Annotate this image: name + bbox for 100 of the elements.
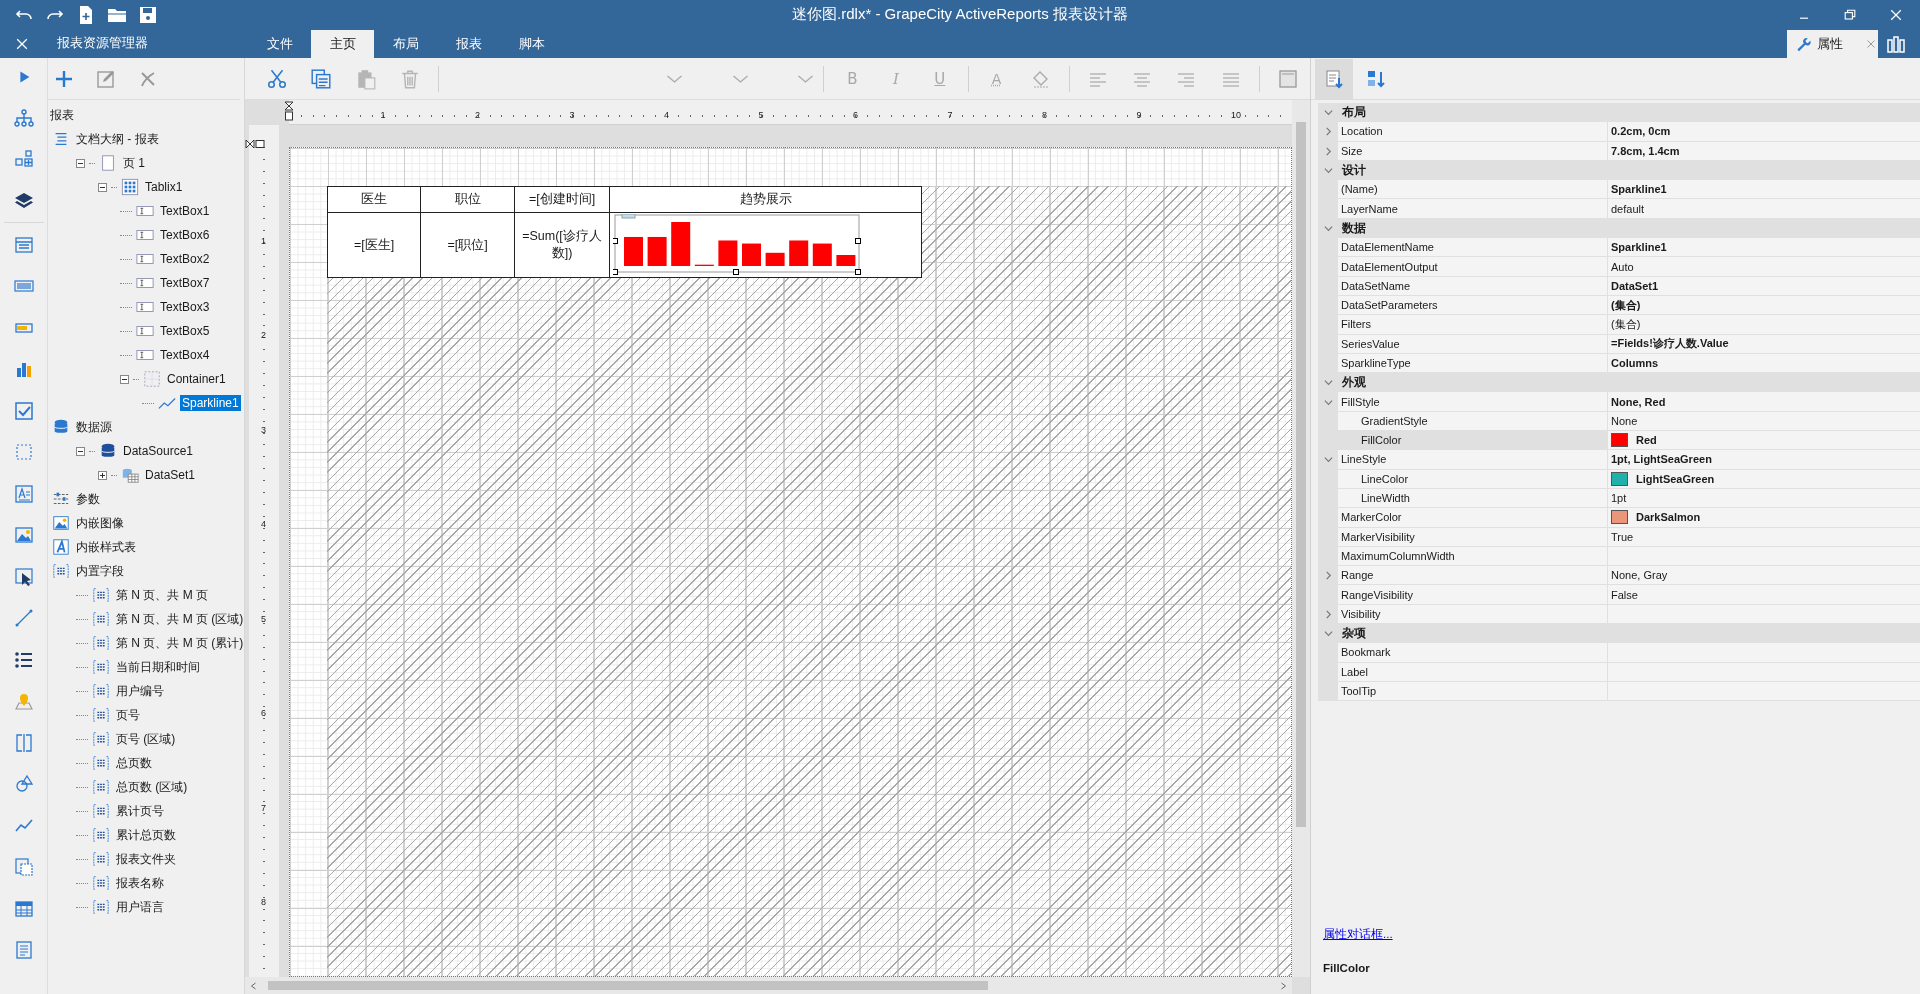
ribbon-tab[interactable]: 脚本: [500, 30, 563, 58]
property-name[interactable]: SeriesValue: [1338, 334, 1608, 354]
category-header[interactable]: 外观: [1338, 373, 1920, 393]
expand-toggle[interactable]: [98, 470, 107, 480]
property-value[interactable]: 1pt, LightSeaGreen: [1611, 453, 1712, 466]
ribbon-tab[interactable]: 布局: [374, 30, 437, 58]
tree-item[interactable]: 内置字段: [74, 561, 126, 581]
resize-handle[interactable]: [613, 269, 618, 275]
collapse-toggle[interactable]: [76, 158, 85, 168]
property-value[interactable]: 7.8cm, 1.4cm: [1611, 144, 1680, 157]
property-value[interactable]: default: [1611, 202, 1645, 215]
property-value[interactable]: Red: [1636, 434, 1657, 447]
category-header[interactable]: 数据: [1338, 218, 1920, 239]
category-header[interactable]: 布局: [1338, 103, 1920, 123]
property-name[interactable]: (Name): [1338, 180, 1608, 200]
tree-item[interactable]: 内嵌图像: [74, 513, 126, 533]
property-value[interactable]: None: [1611, 414, 1638, 427]
line-icon[interactable]: [13, 608, 34, 628]
property-value[interactable]: Columns: [1611, 357, 1659, 369]
chevron-down-icon[interactable]: [1323, 397, 1333, 407]
cut-icon[interactable]: [266, 67, 289, 90]
chevron-right-icon[interactable]: [1323, 127, 1333, 137]
resize-handle[interactable]: [733, 269, 739, 275]
property-name[interactable]: MaximumColumnWidth: [1338, 546, 1608, 567]
pointer-frame-icon[interactable]: [13, 566, 34, 587]
scroll-right-icon[interactable]: [1281, 981, 1286, 990]
property-name[interactable]: ToolTip: [1338, 681, 1608, 702]
tree-item[interactable]: TextBox5: [158, 323, 212, 339]
properties-tab[interactable]: 属性: [1787, 30, 1878, 58]
property-name[interactable]: Location: [1338, 122, 1608, 142]
container-icon[interactable]: [13, 442, 34, 462]
property-name[interactable]: DataSetName: [1338, 276, 1608, 296]
wrench-icon[interactable]: [1795, 36, 1811, 52]
property-name[interactable]: LineStyle: [1338, 450, 1608, 470]
tree-item[interactable]: 第 N 页、共 M 页: [114, 585, 210, 605]
tree-item[interactable]: DataSource1: [121, 443, 196, 459]
property-value[interactable]: =Fields!诊疗人数.Value: [1611, 336, 1729, 352]
hierarchy-icon[interactable]: [13, 107, 34, 128]
property-name[interactable]: Bookmark: [1338, 643, 1608, 663]
tree-item[interactable]: 内嵌样式表: [74, 537, 138, 557]
tree-item[interactable]: DataSet1: [143, 467, 198, 483]
split-icon[interactable]: [13, 732, 34, 753]
property-name[interactable]: FillColor: [1338, 431, 1608, 451]
property-name[interactable]: RangeVisibility: [1338, 585, 1608, 605]
tree-item[interactable]: 第 N 页、共 M 页 (累计): [114, 633, 244, 653]
tree-item[interactable]: 报表名称: [114, 873, 166, 893]
property-name[interactable]: Label: [1338, 662, 1608, 682]
chevron-down-icon[interactable]: [1323, 223, 1333, 233]
tree-item[interactable]: 第 N 页、共 M 页 (区域): [114, 609, 244, 629]
sort-alpha-icon[interactable]: [1366, 68, 1386, 89]
tree-item[interactable]: 页 1: [121, 153, 147, 173]
layers-icon[interactable]: [13, 190, 34, 211]
map-pin-icon[interactable]: [13, 691, 34, 711]
chevron-down-icon[interactable]: [1323, 378, 1333, 388]
collapse-toggle[interactable]: [120, 374, 129, 384]
tree-item[interactable]: 页号 (区域): [114, 729, 178, 749]
property-name[interactable]: LayerName: [1338, 199, 1608, 219]
categorized-icon[interactable]: [1324, 68, 1344, 89]
tree-item[interactable]: 用户语言: [114, 897, 166, 917]
chevron-down-icon[interactable]: [1323, 108, 1333, 118]
collapse-toggle[interactable]: [98, 182, 107, 192]
tree-item[interactable]: 总页数 (区域): [114, 777, 190, 797]
ribbon-tab[interactable]: 主页: [311, 30, 374, 58]
tree-item[interactable]: 文档大纲 - 报表: [74, 129, 161, 149]
edit-icon[interactable]: [96, 68, 116, 89]
plus-icon[interactable]: [54, 68, 74, 89]
resize-handle[interactable]: [613, 238, 618, 244]
tree-item[interactable]: TextBox6: [158, 227, 212, 243]
collapse-toggle[interactable]: [76, 446, 85, 456]
property-name[interactable]: Size: [1338, 141, 1608, 161]
checkbox-icon[interactable]: [13, 400, 34, 421]
property-value[interactable]: Sparkline1: [1611, 183, 1667, 196]
tree-item[interactable]: Sparkline1: [180, 395, 241, 411]
property-name[interactable]: Filters: [1338, 315, 1608, 335]
vertical-scrollbar[interactable]: [1292, 100, 1310, 977]
tree-item[interactable]: 参数: [74, 489, 102, 509]
tree-item[interactable]: Tablix1: [143, 179, 185, 195]
subreport-icon[interactable]: [13, 857, 34, 877]
category-header[interactable]: 设计: [1338, 160, 1920, 181]
columns-icon[interactable]: [1886, 33, 1906, 54]
layout-icon[interactable]: [13, 149, 34, 169]
bullet-list-icon[interactable]: [13, 649, 34, 670]
tree-item[interactable]: 页号: [114, 705, 142, 725]
tree-item[interactable]: 数据源: [74, 417, 114, 437]
text-frame-icon[interactable]: [13, 483, 34, 504]
save-icon[interactable]: [138, 4, 158, 25]
horizontal-scrollbar[interactable]: [245, 977, 1292, 994]
property-value[interactable]: LightSeaGreen: [1636, 472, 1715, 485]
property-value[interactable]: Auto: [1611, 260, 1634, 273]
property-name[interactable]: DataSetParameters: [1338, 295, 1608, 316]
tree-item[interactable]: TextBox1: [158, 203, 212, 219]
property-dialog-link[interactable]: 属性对话框...: [1323, 927, 1920, 942]
chevron-right-icon[interactable]: [1323, 609, 1333, 619]
category-header[interactable]: 杂项: [1338, 624, 1920, 644]
property-name[interactable]: LineWidth: [1338, 488, 1608, 509]
tree-item[interactable]: 累计页号: [114, 801, 166, 821]
form-icon[interactable]: [13, 234, 34, 255]
chevron-down-icon[interactable]: [1323, 629, 1333, 639]
property-name[interactable]: DataElementName: [1338, 238, 1608, 258]
table-icon[interactable]: [13, 898, 34, 919]
